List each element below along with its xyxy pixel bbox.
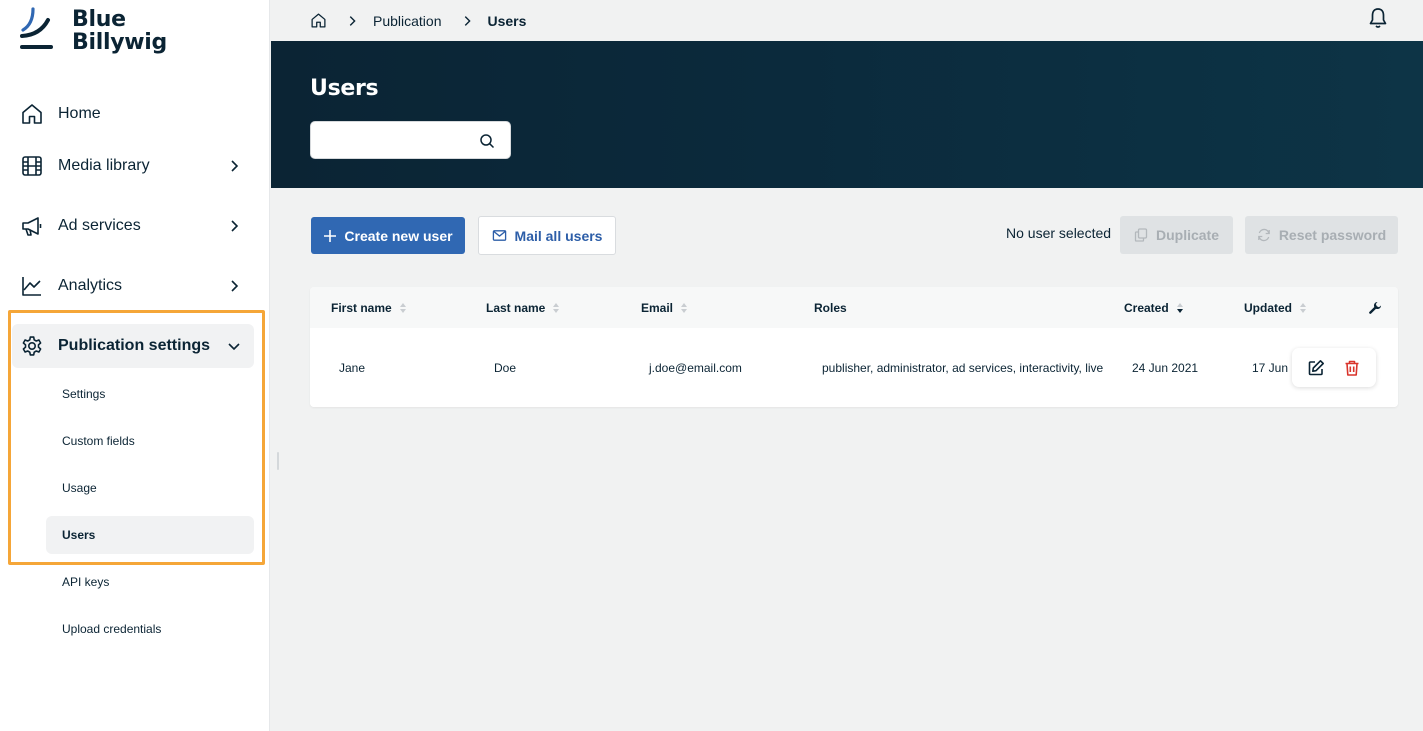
topbar: Publication Users	[271, 0, 1423, 41]
search-field[interactable]	[310, 121, 511, 159]
line-chart-icon	[22, 277, 41, 296]
megaphone-icon	[22, 217, 42, 236]
column-header-last-name[interactable]: Last name	[486, 301, 560, 315]
brand-logo[interactable]: Blue Billywig	[20, 6, 167, 54]
column-header-label: Last name	[486, 301, 546, 315]
film-icon	[22, 156, 42, 176]
wrench-icon[interactable]	[1368, 301, 1382, 315]
sort-icon	[681, 303, 688, 313]
sidebar-item-label: Publication settings	[58, 337, 211, 354]
chevron-right-icon	[231, 220, 239, 232]
reset-password-button[interactable]: Reset password	[1245, 216, 1398, 254]
trash-icon[interactable]	[1343, 359, 1361, 377]
sort-descending-icon	[1176, 303, 1183, 313]
duplicate-button[interactable]: Duplicate	[1120, 216, 1233, 254]
sidebar-item-label: Ad services	[58, 217, 141, 234]
users-table: First name Last name Email Roles Created…	[310, 287, 1398, 407]
brand-line-1: Blue	[72, 7, 126, 32]
home-icon[interactable]	[310, 12, 327, 29]
column-header-label: First name	[331, 301, 392, 315]
chevron-right-icon	[349, 15, 356, 26]
brand-wordmark: Blue Billywig	[72, 8, 167, 54]
column-header-email[interactable]: Email	[641, 301, 688, 315]
sidebar-item-ad-services[interactable]: Ad services	[12, 204, 254, 248]
mail-all-users-label: Mail all users	[514, 227, 603, 244]
duplicate-label: Duplicate	[1155, 227, 1219, 243]
table-row[interactable]: Jane Doe j.doe@email.com publisher, admi…	[310, 328, 1398, 407]
cell-first-name: Jane	[339, 361, 366, 375]
envelope-icon	[492, 230, 506, 241]
sidebar-item-label: Media library	[58, 157, 150, 174]
sidebar-subitem-api-keys[interactable]: API keys	[46, 563, 254, 601]
table-header: First name Last name Email Roles Created…	[310, 287, 1398, 328]
edit-icon[interactable]	[1307, 359, 1325, 377]
sidebar-subitem-settings[interactable]: Settings	[46, 375, 254, 413]
column-header-created[interactable]: Created	[1124, 301, 1184, 315]
refresh-icon	[1257, 228, 1270, 242]
breadcrumb-users: Users	[487, 12, 527, 29]
column-header-label: Roles	[814, 301, 847, 315]
page-title: Users	[310, 76, 379, 101]
breadcrumb-publication[interactable]: Publication	[373, 13, 442, 29]
cell-updated: 17 Jun	[1252, 361, 1289, 375]
sidebar-item-label: Home	[58, 105, 101, 122]
sidebar-subitem-upload-credentials[interactable]: Upload credentials	[46, 610, 254, 648]
column-header-label: Created	[1124, 301, 1169, 315]
sidebar-item-label: Analytics	[58, 277, 123, 294]
sort-icon	[399, 303, 406, 313]
chevron-right-icon	[231, 160, 239, 172]
plus-icon	[324, 229, 337, 242]
column-header-label: Email	[641, 301, 674, 315]
sidebar-item-analytics[interactable]: Analytics	[12, 264, 254, 308]
create-new-user-button[interactable]: Create new user	[311, 217, 465, 254]
chevron-right-icon	[231, 280, 239, 292]
search-icon[interactable]	[479, 133, 495, 149]
column-header-updated[interactable]: Updated	[1244, 301, 1307, 315]
cell-email: j.doe@email.com	[649, 361, 742, 375]
sort-icon	[553, 303, 560, 313]
sidebar-item-home[interactable]: Home	[12, 92, 254, 136]
search-input[interactable]	[311, 122, 471, 158]
gear-icon	[22, 336, 42, 356]
sidebar-subitem-usage[interactable]: Usage	[46, 469, 254, 507]
page-header: Users	[271, 41, 1423, 188]
sidebar-subitem-users[interactable]: Users	[46, 516, 254, 554]
column-header-roles: Roles	[814, 301, 847, 315]
sidebar: Blue Billywig Home Media library Ad serv…	[0, 0, 270, 731]
sidebar-item-publication-settings[interactable]: Publication settings	[12, 324, 254, 368]
sidebar-resize-handle[interactable]	[277, 452, 279, 470]
home-icon	[22, 104, 42, 124]
sort-icon	[1300, 303, 1306, 313]
cell-last-name: Doe	[494, 361, 517, 375]
cell-roles: publisher, administrator, ad services, i…	[822, 361, 1104, 375]
bell-icon[interactable]	[1368, 7, 1388, 29]
breadcrumb: Publication Users	[310, 12, 526, 29]
sidebar-subitem-custom-fields[interactable]: Custom fields	[46, 422, 254, 460]
chevron-down-icon	[228, 343, 240, 351]
sidebar-item-media-library[interactable]: Media library	[12, 144, 254, 188]
create-new-user-label: Create new user	[344, 227, 453, 244]
copy-icon	[1134, 228, 1148, 242]
brand-line-2: Billywig	[72, 30, 167, 55]
reset-password-label: Reset password	[1278, 227, 1387, 243]
cell-created: 24 Jun 2021	[1132, 361, 1199, 375]
mail-all-users-button[interactable]: Mail all users	[478, 216, 616, 255]
chevron-right-icon	[464, 15, 471, 26]
row-actions	[1292, 348, 1376, 387]
selection-status: No user selected	[1006, 225, 1112, 241]
logo-mark-icon	[20, 7, 53, 49]
column-header-label: Updated	[1244, 301, 1292, 315]
column-header-first-name[interactable]: First name	[331, 301, 407, 315]
